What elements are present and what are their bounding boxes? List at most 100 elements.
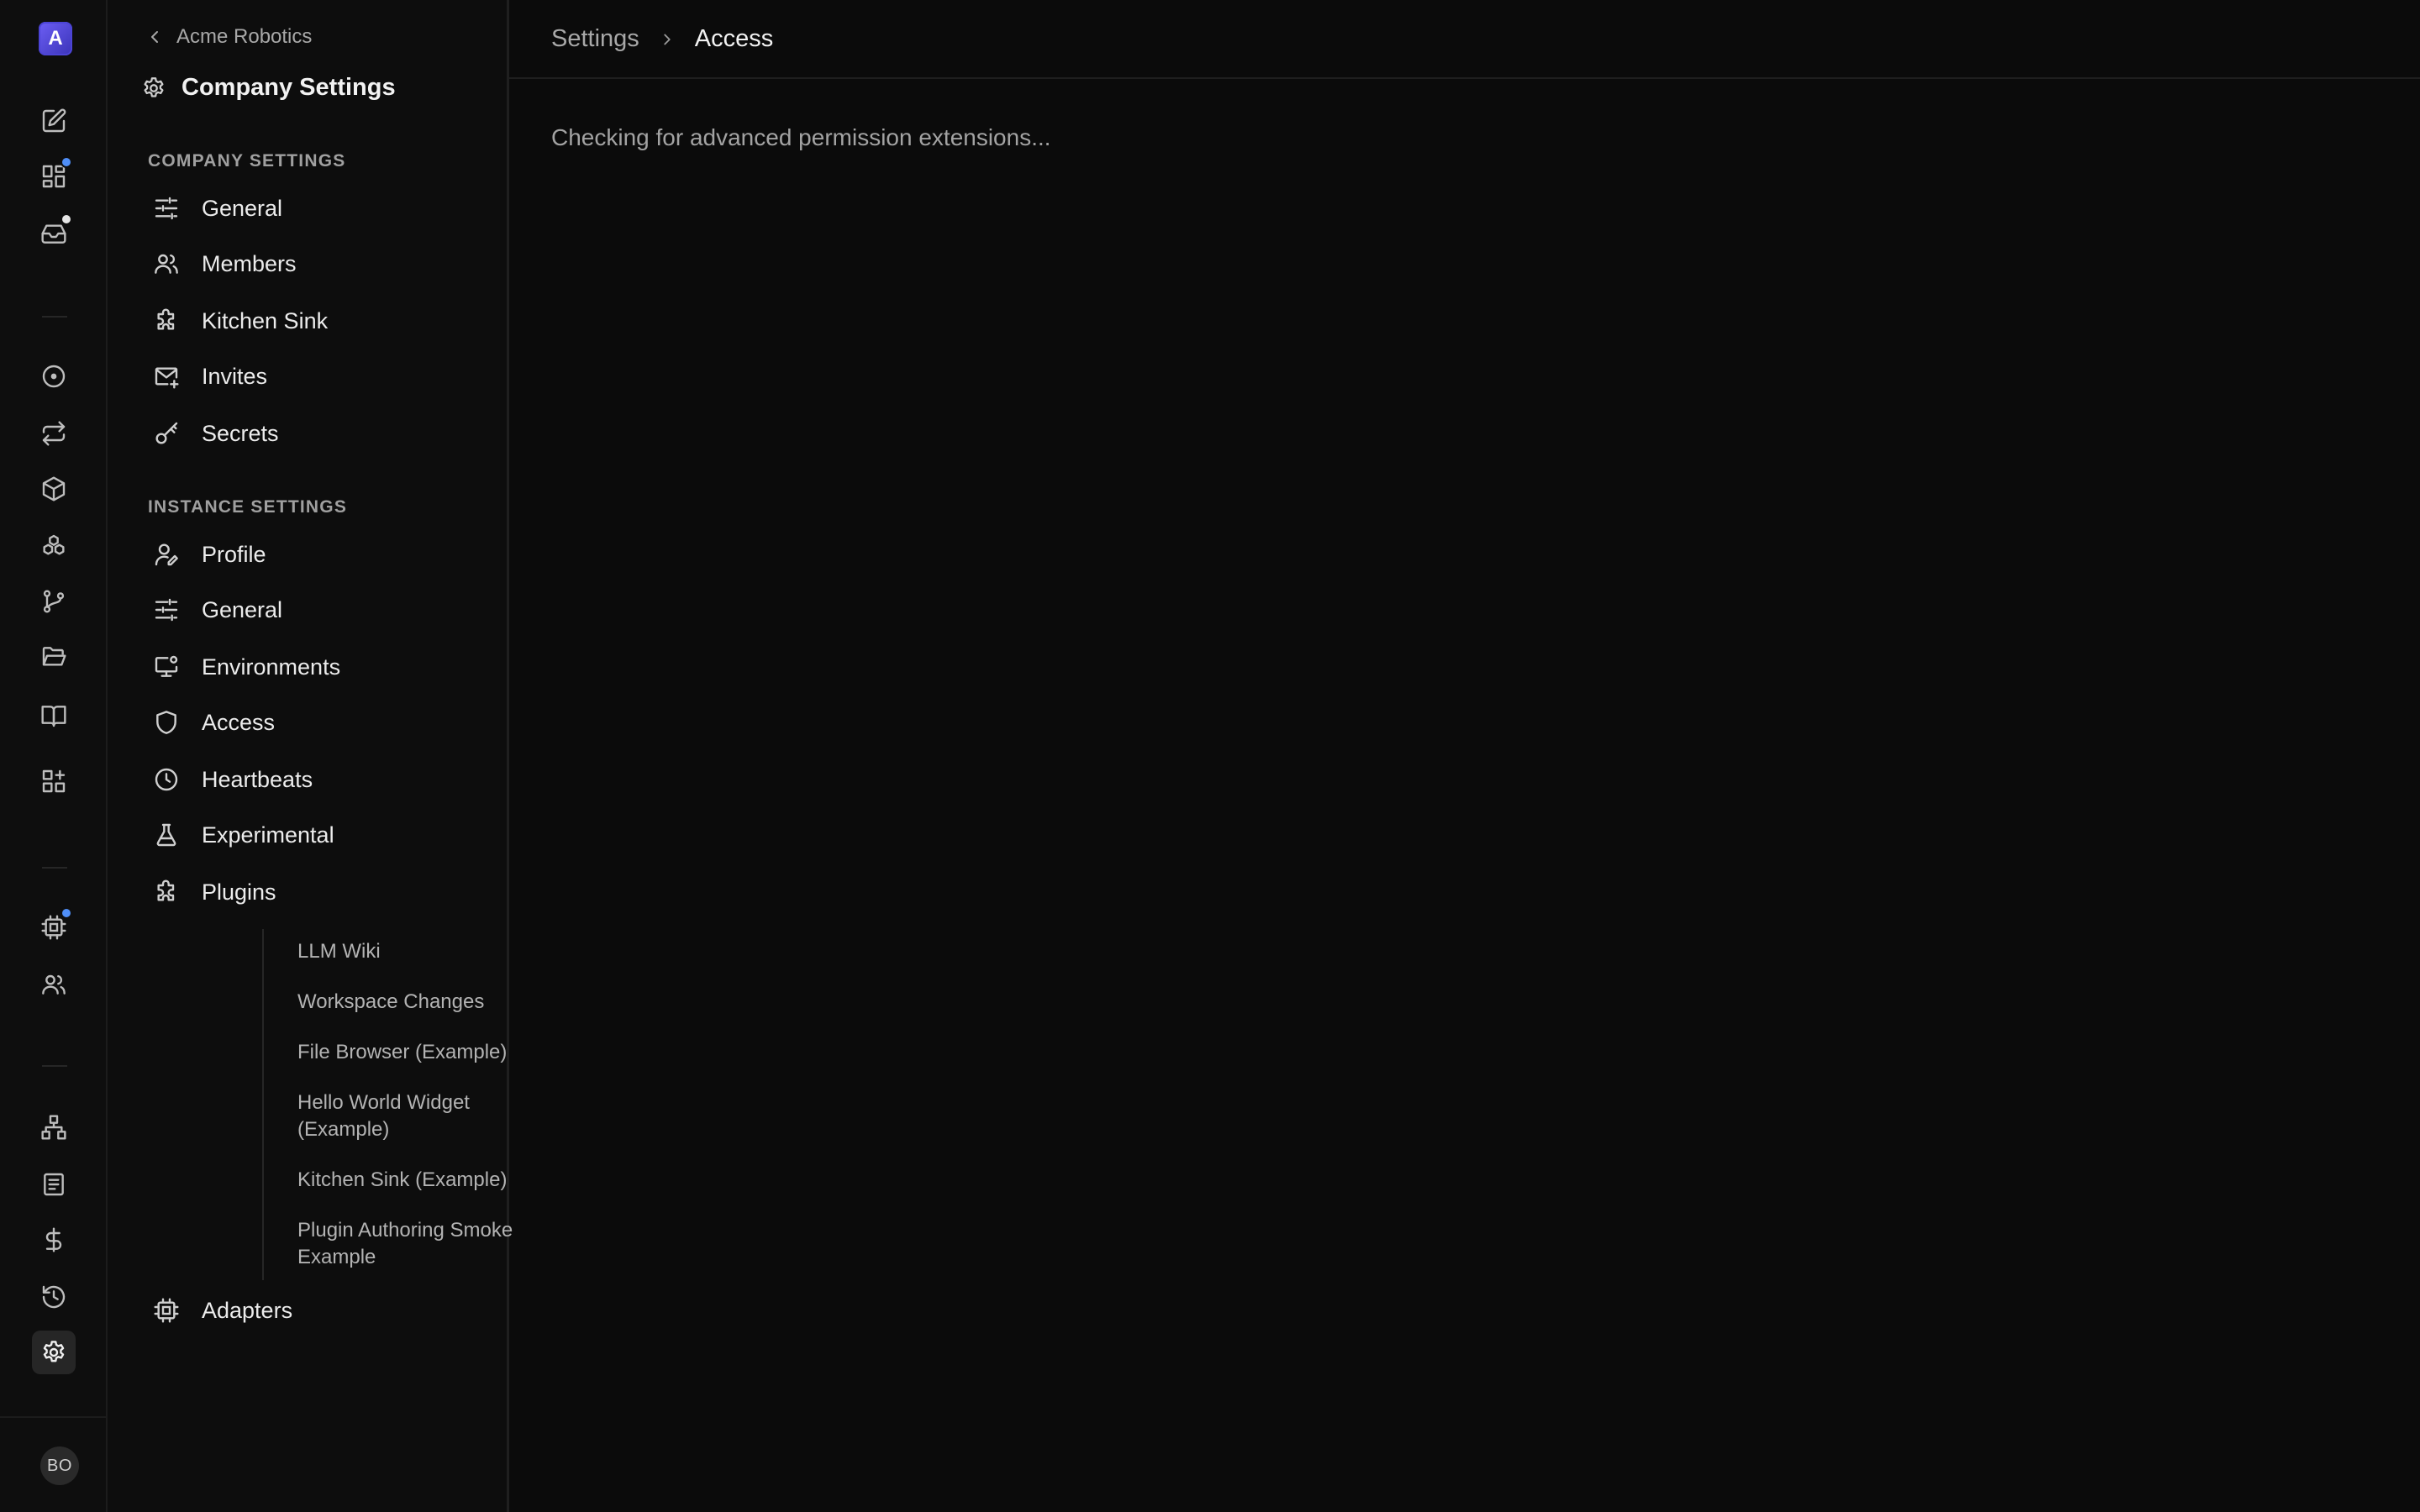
circle-dot-icon: [42, 365, 66, 388]
notification-dot: [60, 213, 72, 225]
sidebar-item-label: Invites: [202, 363, 268, 389]
clock-icon: [155, 768, 178, 791]
sliders-icon: [155, 197, 178, 220]
loading-status-text: Checking for advanced permission extensi…: [551, 124, 1051, 150]
company-switcher[interactable]: A: [39, 22, 72, 55]
boxes-icon: [43, 534, 65, 555]
sidebar-item-invites[interactable]: Invites: [153, 353, 489, 400]
chevron-right-icon: [664, 34, 671, 45]
issues-button[interactable]: [32, 354, 76, 398]
sidebar-item-label: Access: [202, 709, 276, 735]
chevron-left-icon: [151, 31, 158, 43]
sidebar-item-label: General: [202, 596, 283, 622]
breadcrumb-settings-link[interactable]: Settings: [551, 25, 639, 53]
gear-icon: [144, 76, 164, 97]
billing-button[interactable]: [32, 1218, 76, 1262]
edit-icon: [42, 108, 66, 133]
flask-icon: [156, 823, 176, 847]
breadcrumb: Settings Access: [551, 25, 773, 53]
dollar-sign-icon: [45, 1227, 62, 1252]
plugin-list-guide: [262, 929, 264, 1280]
sidebar-item-instance-general[interactable]: General: [153, 586, 489, 633]
new-issue-button[interactable]: [32, 99, 76, 143]
plugin-item-hello-world-widget[interactable]: Hello World Widget (Example): [297, 1089, 508, 1143]
sidebar-item-kitchen-sink[interactable]: Kitchen Sink: [153, 297, 489, 344]
org-chart-button[interactable]: [32, 1105, 76, 1149]
package-icon: [42, 476, 66, 501]
breadcrumb-current: Access: [694, 25, 774, 52]
activity-log-button[interactable]: [32, 1163, 76, 1206]
history-button[interactable]: [32, 1275, 76, 1319]
agents-button[interactable]: [32, 906, 76, 949]
sidebar-item-label: Secrets: [202, 420, 279, 446]
add-widget-button[interactable]: [32, 759, 76, 803]
users-icon: [155, 254, 178, 274]
book-open-icon: [41, 706, 66, 727]
folder-open-icon: [42, 647, 66, 666]
sidebar-item-label: Plugins: [202, 879, 276, 905]
company-initial: A: [48, 27, 63, 50]
dashboard-button[interactable]: [32, 155, 76, 198]
cycles-button[interactable]: [32, 412, 76, 455]
history-icon: [42, 1285, 66, 1309]
files-button[interactable]: [32, 635, 76, 679]
sliders-icon: [155, 598, 178, 622]
sidebar-item-access[interactable]: Access: [153, 699, 489, 746]
blocks-plus-icon: [42, 769, 66, 793]
sidebar-item-label: Adapters: [202, 1297, 293, 1323]
user-pen-icon: [155, 543, 178, 566]
network-icon: [41, 1115, 66, 1140]
rail-divider: [42, 1065, 67, 1067]
packages-button[interactable]: [32, 467, 76, 511]
user-avatar[interactable]: BO: [40, 1446, 79, 1485]
sidebar-item-profile[interactable]: Profile: [153, 531, 489, 578]
instance-settings-section-label: Instance Settings: [148, 497, 348, 517]
sidebar-title-text: Company Settings: [182, 74, 396, 101]
settings-button[interactable]: [32, 1331, 76, 1374]
sidebar-item-environments[interactable]: Environments: [153, 643, 489, 690]
docs-button[interactable]: [32, 694, 76, 738]
monitor-cog-icon: [155, 655, 178, 677]
back-to-company-link[interactable]: Acme Robotics: [145, 25, 312, 49]
gear-icon: [43, 1341, 65, 1362]
sidebar-item-members[interactable]: Members: [153, 240, 489, 287]
git-branch-icon: [43, 590, 65, 613]
back-link-label: Acme Robotics: [176, 25, 313, 48]
top-bar: Settings Access: [509, 0, 2420, 79]
sidebar-item-heartbeats[interactable]: Heartbeats: [153, 756, 489, 803]
cpu-icon: [154, 1298, 179, 1323]
sidebar-item-label: Kitchen Sink: [202, 307, 329, 333]
rail-divider: [42, 316, 67, 318]
sidebar-item-experimental[interactable]: Experimental: [153, 811, 489, 858]
sidebar-item-adapters[interactable]: Adapters: [153, 1287, 489, 1334]
shield-icon: [156, 711, 176, 734]
sidebar-item-label: Members: [202, 250, 297, 276]
icon-rail: A BO: [0, 0, 108, 1512]
rail-divider: [42, 867, 67, 869]
sidebar-item-company-general[interactable]: General: [153, 185, 489, 232]
sidebar-item-label: Experimental: [202, 822, 334, 848]
notification-dot: [60, 156, 72, 168]
team-button[interactable]: [32, 963, 76, 1006]
user-initials: BO: [47, 1456, 72, 1475]
branches-button[interactable]: [32, 580, 76, 623]
inbox-button[interactable]: [32, 212, 76, 255]
key-icon: [155, 422, 178, 444]
sidebar-title: Company Settings: [141, 74, 396, 102]
sidebar-item-label: Profile: [202, 541, 266, 567]
sidebar-item-label: General: [202, 195, 283, 221]
main-content: Settings Access Checking for advanced pe…: [509, 0, 2420, 1512]
rail-footer-divider: [0, 1416, 108, 1418]
mail-plus-icon: [155, 367, 179, 389]
notification-dot: [60, 907, 72, 919]
list-document-icon: [44, 1173, 64, 1196]
repeat-icon: [42, 421, 66, 446]
puzzle-icon: [157, 308, 175, 330]
sidebar-item-label: Heartbeats: [202, 766, 313, 792]
sidebar-item-secrets[interactable]: Secrets: [153, 410, 489, 457]
components-button[interactable]: [32, 524, 76, 568]
plugin-item-plugin-authoring-smoke[interactable]: Plugin Authoring Smoke Example: [297, 1217, 541, 1271]
company-settings-section-label: Company Settings: [148, 151, 346, 171]
sidebar-item-plugins[interactable]: Plugins: [153, 869, 489, 916]
puzzle-icon: [157, 879, 175, 901]
